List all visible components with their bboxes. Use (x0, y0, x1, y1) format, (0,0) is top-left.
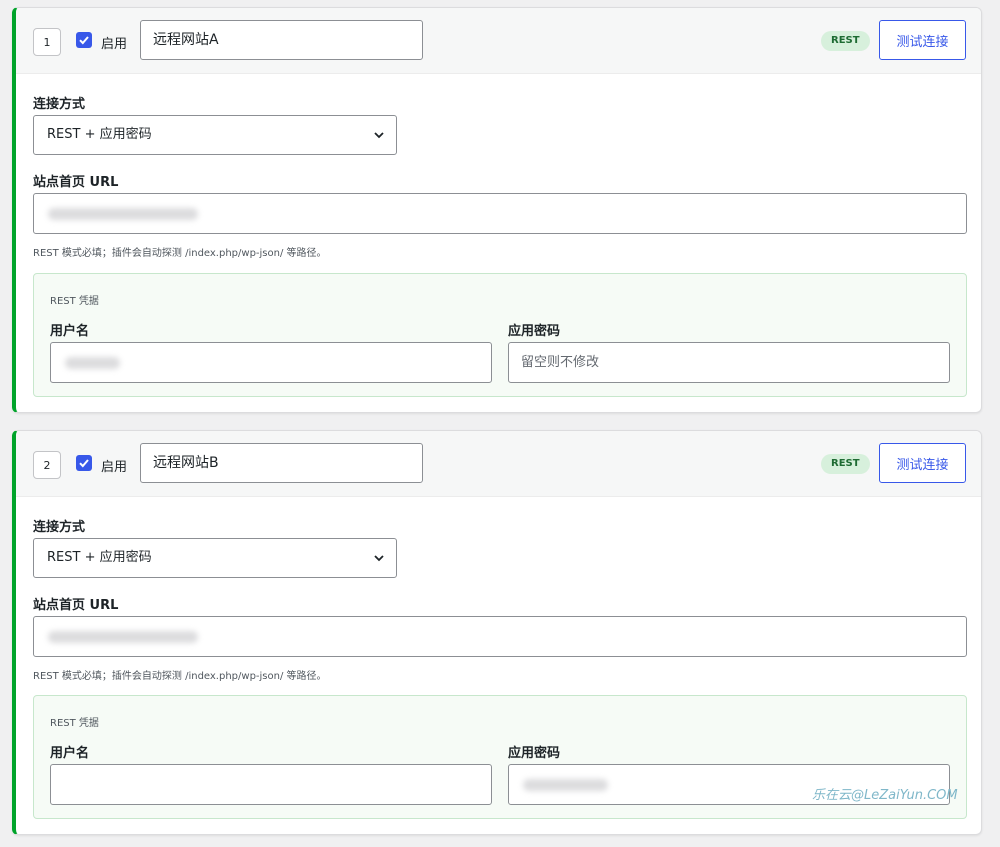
enable-checkbox[interactable] (76, 455, 92, 471)
site-name-input[interactable]: 远程网站A (140, 20, 423, 60)
rest-credentials-title: REST 凭据 (50, 296, 99, 307)
test-connection-button[interactable]: 测试连接 (879, 20, 966, 60)
rest-credentials-box: REST 凭据 用户名 应用密码 留空则不修改 (33, 273, 967, 397)
chevron-down-icon (374, 555, 384, 562)
app-password-input[interactable]: 留空则不修改 (508, 342, 950, 383)
username-label: 用户名 (50, 324, 90, 339)
site-url-label: 站点首页 URL (33, 175, 119, 190)
redacted-url (48, 631, 198, 643)
check-icon (79, 459, 89, 468)
app-password-label: 应用密码 (508, 324, 561, 339)
mode-badge: REST (821, 31, 870, 51)
site-index-badge: 2 (33, 451, 61, 479)
site-url-label: 站点首页 URL (33, 598, 119, 613)
site-card-1: 1 启用 远程网站A REST 测试连接 连接方式 REST + 应用密码 站点… (12, 7, 982, 413)
app-password-label: 应用密码 (508, 746, 561, 761)
connection-method-label: 连接方式 (33, 520, 86, 535)
connection-method-value: REST + 应用密码 (47, 550, 152, 565)
redacted-url (48, 208, 198, 220)
site-card-header: 1 启用 远程网站A REST 测试连接 (16, 8, 981, 74)
site-url-input[interactable] (33, 616, 967, 657)
test-connection-button[interactable]: 测试连接 (879, 443, 966, 483)
connection-method-value: REST + 应用密码 (47, 127, 152, 142)
connection-method-select[interactable]: REST + 应用密码 (33, 538, 397, 578)
rest-credentials-title: REST 凭据 (50, 718, 99, 729)
enable-label: 启用 (101, 460, 128, 475)
url-help-text: REST 模式必填；插件会自动探测 /index.php/wp-json/ 等路… (33, 248, 327, 259)
check-icon (79, 36, 89, 45)
site-index-badge: 1 (33, 28, 61, 56)
redacted-username (65, 357, 120, 369)
watermark-text: 乐在云@LeZaiYun.COM (812, 788, 958, 803)
site-name-input[interactable]: 远程网站B (140, 443, 423, 483)
username-label: 用户名 (50, 746, 90, 761)
url-help-text: REST 模式必填；插件会自动探测 /index.php/wp-json/ 等路… (33, 671, 327, 682)
enable-checkbox[interactable] (76, 32, 92, 48)
site-url-input[interactable] (33, 193, 967, 234)
site-card-header: 2 启用 远程网站B REST 测试连接 (16, 431, 981, 497)
chevron-down-icon (374, 132, 384, 139)
mode-badge: REST (821, 454, 870, 474)
username-input[interactable] (50, 764, 492, 805)
connection-method-label: 连接方式 (33, 97, 86, 112)
enable-label: 启用 (101, 37, 128, 52)
connection-method-select[interactable]: REST + 应用密码 (33, 115, 397, 155)
site-card-2: 2 启用 远程网站B REST 测试连接 连接方式 REST + 应用密码 站点… (12, 430, 982, 835)
redacted-password (523, 779, 608, 791)
username-input[interactable] (50, 342, 492, 383)
